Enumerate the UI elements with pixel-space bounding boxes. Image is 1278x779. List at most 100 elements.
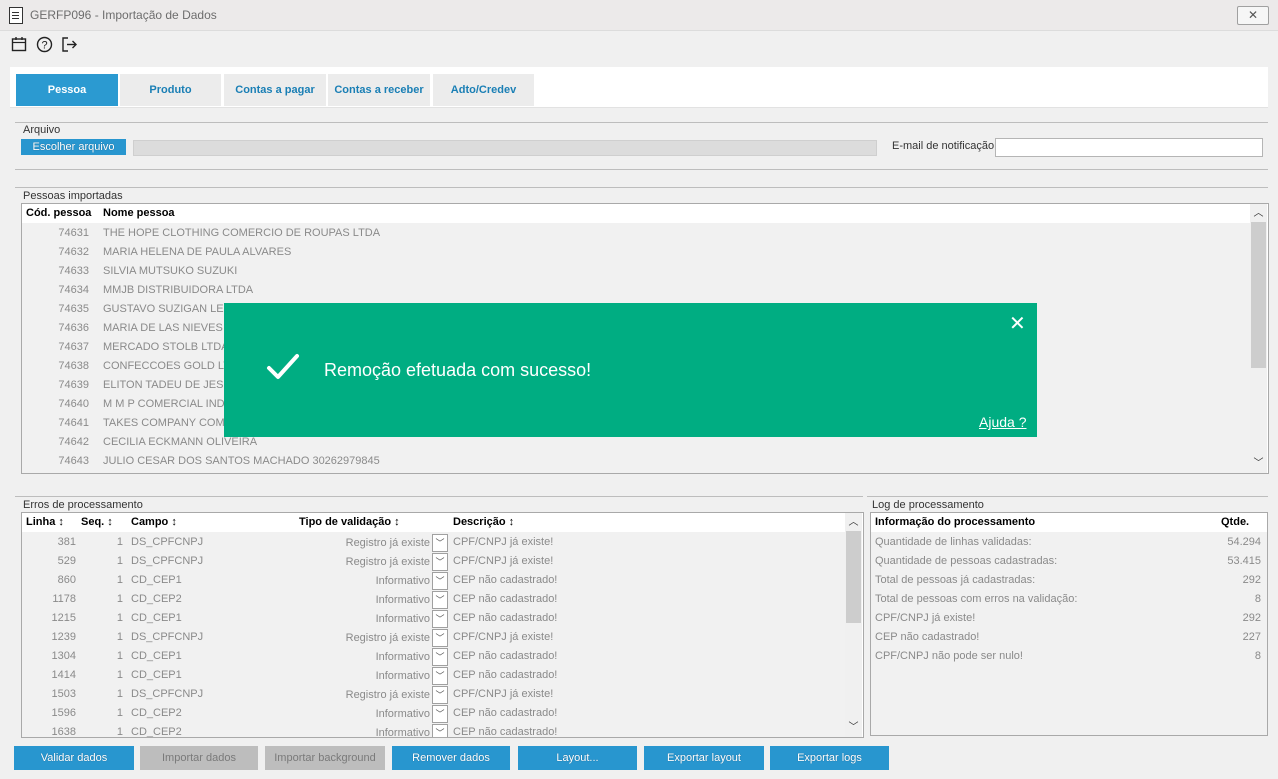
erros-grid-body: 381 1 DS_CPFCNPJ Registro já existe ﹀ CPF/CNP… (22, 532, 845, 737)
seq-cell: 1 (116, 612, 123, 624)
col-linha[interactable]: Linha ↕ (26, 516, 64, 528)
chevron-down-icon[interactable]: ﹀ (432, 610, 448, 628)
toast-message: Remoção efetuada com sucesso! (324, 360, 592, 380)
log-qtde-cell: 8 (1254, 593, 1261, 605)
campo-cell: DS_CPFCNPJ (131, 555, 204, 567)
window-close-button[interactable]: ✕ (1237, 6, 1269, 25)
nome-pessoa-cell: MERCADO STOLB LTDA (103, 341, 229, 353)
campo-cell: CD_CEP2 (131, 707, 182, 719)
descricao-cell: CEP não cadastrado! (453, 612, 558, 624)
help-icon[interactable]: ? (35, 36, 53, 54)
tab-produto[interactable]: Produto (120, 74, 221, 106)
log-info-cell: Quantidade de pessoas cadastradas: (875, 555, 1058, 567)
col-tipo-validacao[interactable]: Tipo de validação ↕ (299, 516, 400, 528)
col-cod-pessoa[interactable]: Cód. pessoa (26, 207, 91, 219)
descricao-cell: CEP não cadastrado! (453, 726, 558, 738)
tipo-validacao-cell: Informativo (375, 727, 430, 738)
chevron-down-icon[interactable]: ﹀ (432, 553, 448, 571)
layout-button[interactable]: Layout... (518, 746, 637, 770)
log-info-cell: CPF/CNPJ já existe! (875, 612, 976, 624)
tipo-validacao-cell: Registro já existe (345, 632, 430, 644)
tab-adto-credev[interactable]: Adto/Credev (433, 74, 534, 106)
svg-text:?: ? (41, 40, 47, 52)
chevron-down-icon[interactable]: ﹀ (432, 572, 448, 590)
cod-pessoa-cell: 74635 (58, 303, 89, 315)
cod-pessoa-cell: 74639 (58, 379, 89, 391)
choose-file-button[interactable]: Escolher arquivo (21, 139, 126, 155)
log-qtde-cell: 292 (1242, 574, 1261, 586)
erros-scrollbar[interactable]: ︿ ﹀ (845, 513, 862, 737)
descricao-cell: CPF/CNPJ já existe! (453, 688, 554, 700)
cod-pessoa-cell: 74637 (58, 341, 89, 353)
pessoas-title: Pessoas importadas (23, 190, 123, 202)
exportar-layout-button[interactable]: Exportar layout (644, 746, 764, 770)
document-icon (9, 7, 23, 24)
col-qtde[interactable]: Qtde. (1221, 516, 1249, 528)
chevron-down-icon[interactable]: ﹀ (432, 724, 448, 737)
campo-cell: DS_CPFCNPJ (131, 536, 204, 548)
scroll-up-icon[interactable]: ︿ (847, 516, 860, 529)
log-info-cell: Total de pessoas com erros na validação: (875, 593, 1078, 605)
tab-contas-a-pagar[interactable]: Contas a pagar (224, 74, 326, 106)
validar-dados-button[interactable]: Validar dados (14, 746, 134, 770)
seq-cell: 1 (116, 574, 123, 586)
tipo-validacao-cell: Informativo (375, 708, 430, 720)
chevron-down-icon[interactable]: ﹀ (432, 591, 448, 609)
log-qtde-cell: 8 (1254, 650, 1261, 662)
col-informacao[interactable]: Informação do processamento (875, 516, 1035, 528)
erros-title: Erros de processamento (23, 499, 143, 511)
col-seq[interactable]: Seq. ↕ (81, 516, 113, 528)
scrollbar-thumb[interactable] (846, 531, 861, 623)
scroll-up-icon[interactable]: ︿ (1252, 207, 1265, 220)
chevron-down-icon[interactable]: ﹀ (432, 534, 448, 552)
campo-cell: CD_CEP1 (131, 650, 182, 662)
divider (15, 496, 863, 497)
cod-pessoa-cell: 74643 (58, 455, 89, 467)
divider (15, 169, 1268, 170)
seq-cell: 1 (116, 688, 123, 700)
calendar-icon[interactable] (10, 36, 28, 54)
chevron-down-icon[interactable]: ﹀ (432, 686, 448, 704)
chevron-down-icon[interactable]: ﹀ (432, 629, 448, 647)
descricao-cell: CEP não cadastrado! (453, 669, 558, 681)
scrollbar-thumb[interactable] (1251, 222, 1266, 368)
pessoas-scrollbar[interactable]: ︿ ﹀ (1250, 204, 1267, 473)
campo-cell: DS_CPFCNPJ (131, 631, 204, 643)
toast-close-icon[interactable]: ✕ (1009, 311, 1026, 336)
importar-dados-button[interactable]: Importar dados (140, 746, 258, 770)
chevron-down-icon[interactable]: ﹀ (432, 648, 448, 666)
col-nome-pessoa[interactable]: Nome pessoa (103, 207, 175, 219)
nome-pessoa-cell: JULIO CESAR DOS SANTOS MACHADO 302629798… (103, 455, 380, 467)
tab-pessoa[interactable]: Pessoa (16, 74, 118, 106)
descricao-cell: CPF/CNPJ já existe! (453, 631, 554, 643)
toast-help-link[interactable]: Ajuda ? (979, 414, 1026, 430)
col-descricao[interactable]: Descrição ↕ (453, 516, 514, 528)
cod-pessoa-cell: 74634 (58, 284, 89, 296)
exportar-logs-button[interactable]: Exportar logs (770, 746, 889, 770)
tab-contas-a-receber[interactable]: Contas a receber (328, 74, 430, 106)
linha-cell: 860 (57, 574, 76, 586)
tipo-validacao-cell: Registro já existe (345, 537, 430, 549)
divider (15, 122, 1268, 123)
chevron-down-icon[interactable]: ﹀ (432, 667, 448, 685)
cod-pessoa-cell: 74641 (58, 417, 89, 429)
scroll-down-icon[interactable]: ﹀ (1252, 457, 1265, 470)
log-info-cell: Total de pessoas já cadastradas: (875, 574, 1036, 586)
chevron-down-icon[interactable]: ﹀ (432, 705, 448, 723)
importar-background-button[interactable]: Importar background (265, 746, 385, 770)
upload-progress-bar (133, 140, 877, 156)
col-campo[interactable]: Campo ↕ (131, 516, 177, 528)
nome-pessoa-cell: MARIA HELENA DE PAULA ALVARES (103, 246, 292, 258)
log-qtde-cell: 53.415 (1227, 555, 1261, 567)
scroll-down-icon[interactable]: ﹀ (847, 721, 860, 734)
exit-icon[interactable] (60, 36, 78, 54)
window-titlebar: GERFP096 - Importação de Dados ✕ (0, 0, 1278, 31)
log-info-cell: CPF/CNPJ não pode ser nulo! (875, 650, 1023, 662)
descricao-cell: CEP não cadastrado! (453, 593, 558, 605)
descricao-cell: CPF/CNPJ já existe! (453, 555, 554, 567)
tipo-validacao-cell: Registro já existe (345, 556, 430, 568)
log-title: Log de processamento (872, 499, 984, 511)
remover-dados-button[interactable]: Remover dados (392, 746, 510, 770)
email-field[interactable] (995, 138, 1263, 157)
seq-cell: 1 (116, 536, 123, 548)
